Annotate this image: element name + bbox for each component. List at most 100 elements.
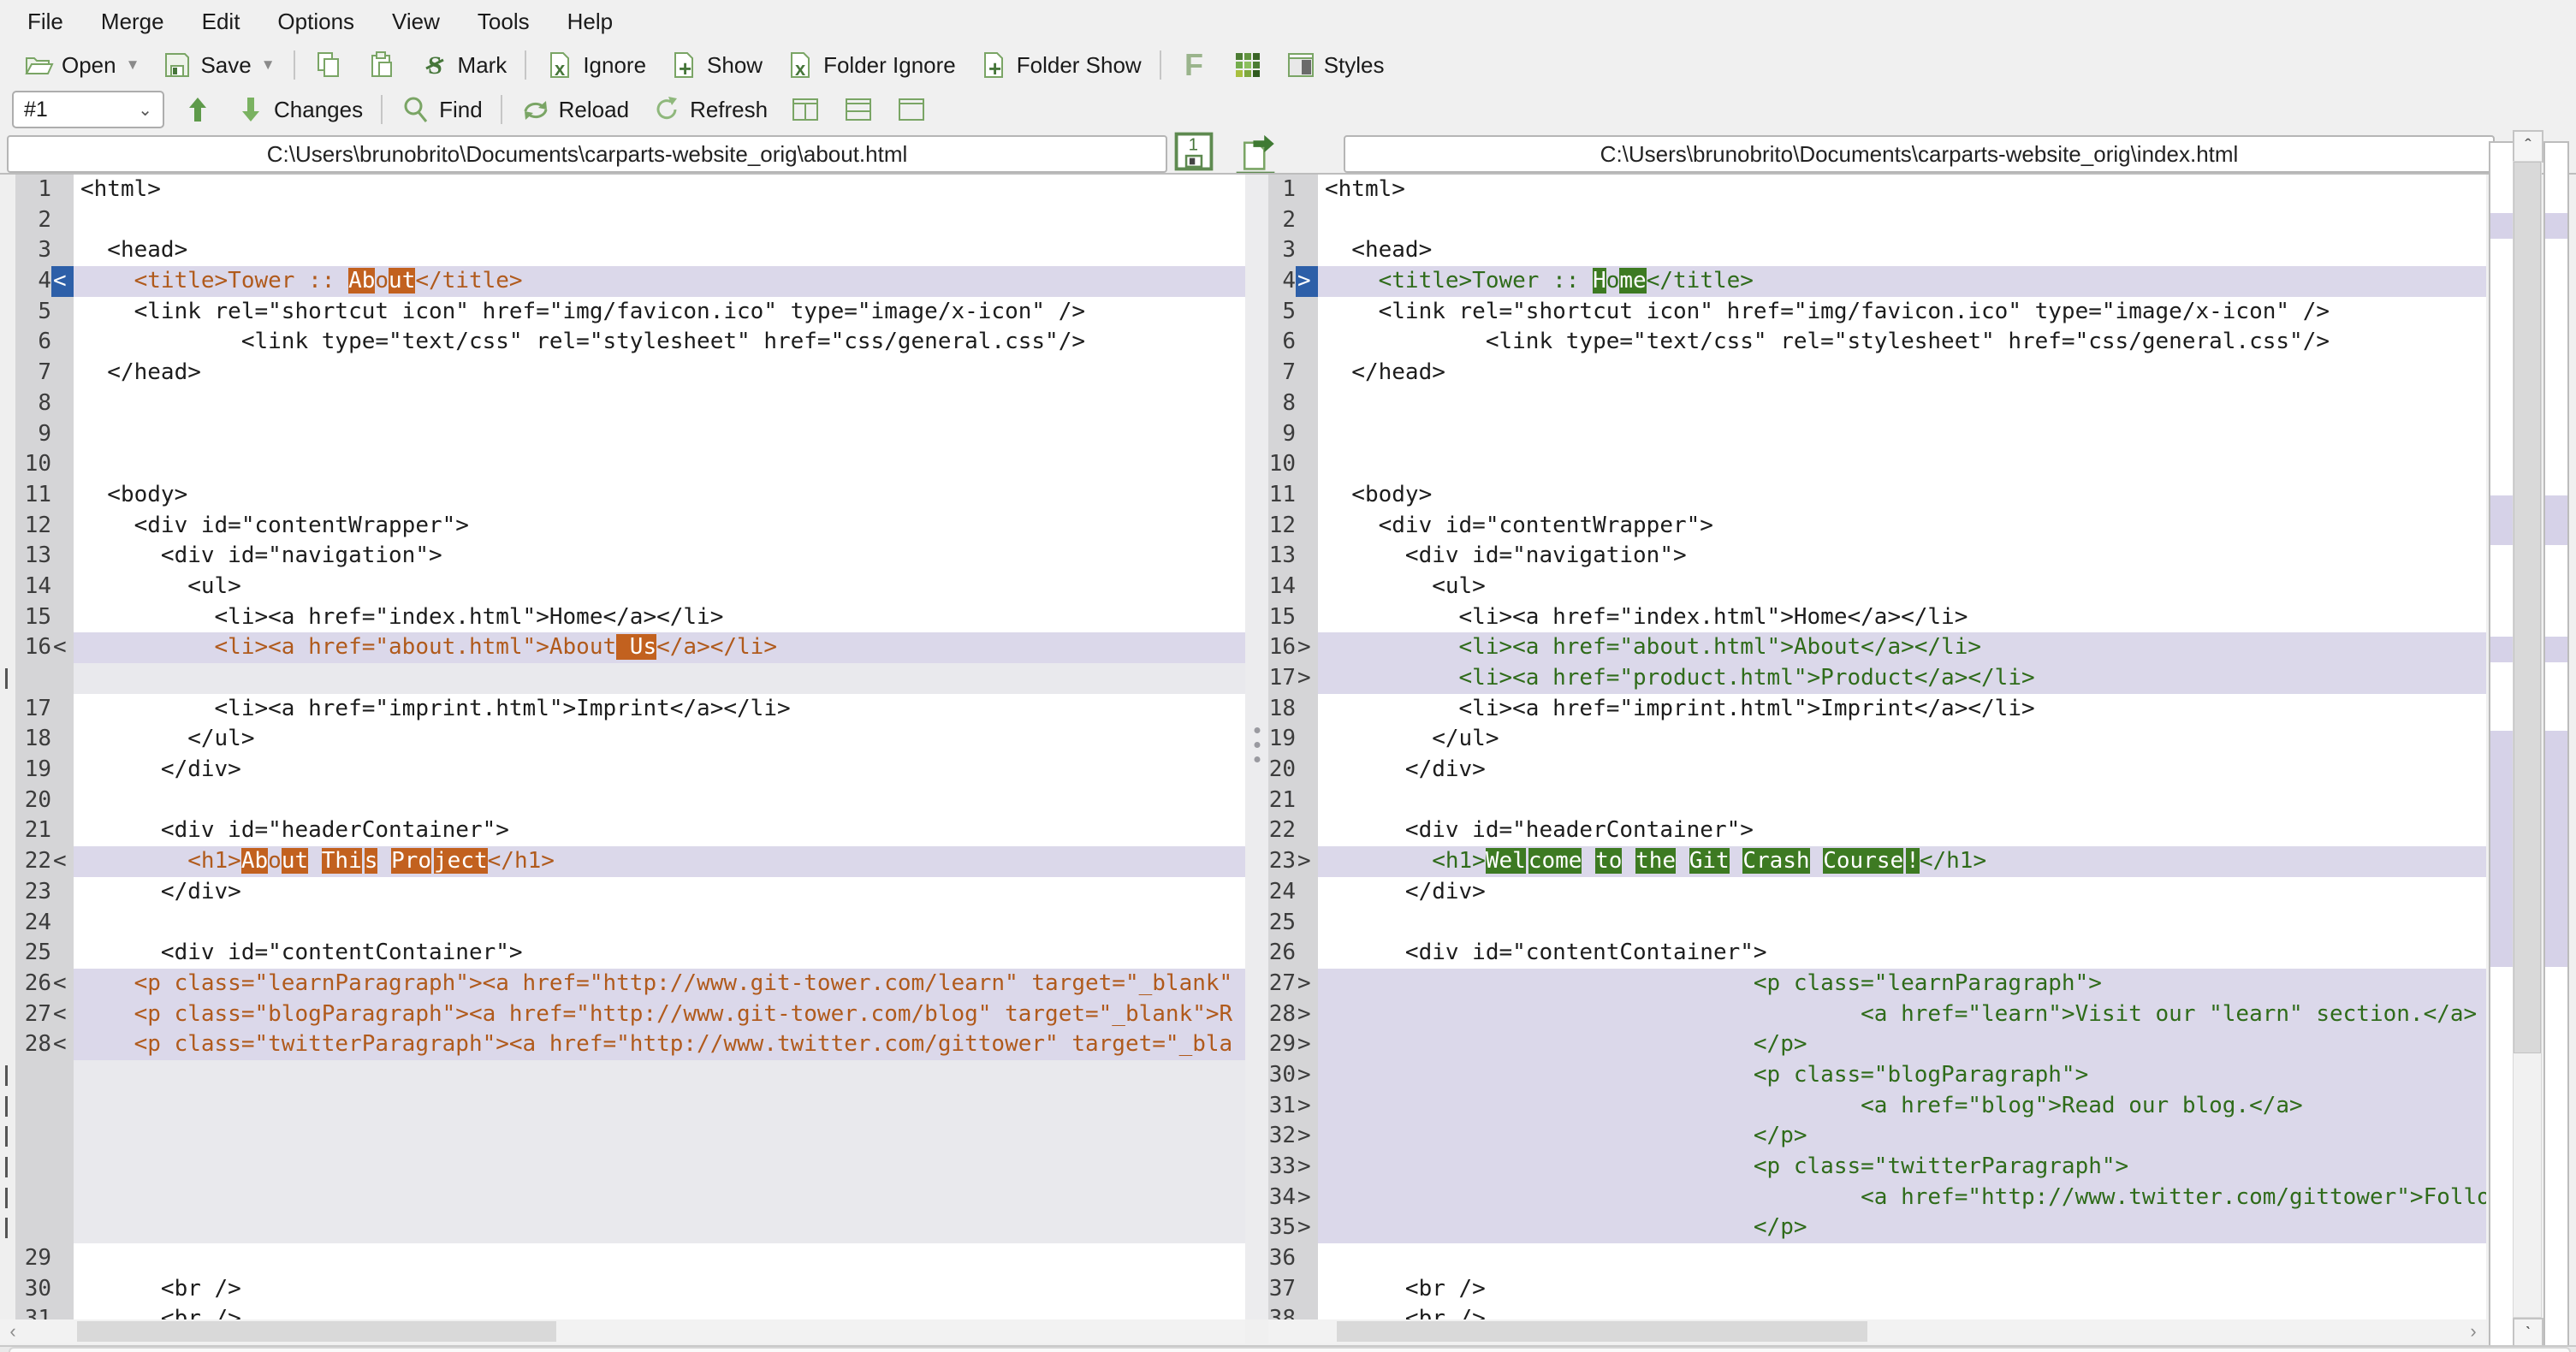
vertical-scrollbar[interactable] xyxy=(2513,161,2542,1318)
code-line[interactable]: 19 </ul> xyxy=(1268,724,2486,756)
right-hscroll-thumb[interactable] xyxy=(1337,1321,1867,1342)
code-line[interactable]: 22 < <h1>About Thi s Pro ject</h1> xyxy=(0,846,1245,877)
code-line[interactable]: 30 > <p class="blogParagraph"> xyxy=(1268,1059,2486,1091)
code-line[interactable]: 28 > <a href="learn">Visit our "learn" se… xyxy=(1268,999,2486,1030)
code-line[interactable]: 11 <body> xyxy=(0,479,1245,511)
reload-button[interactable]: Reload xyxy=(509,90,640,129)
left-code-pane[interactable]: 1 <html> 2 3 <head> 4 < <title>Tower :: About… xyxy=(0,175,1245,1319)
code-line[interactable]: 6 <link type="text/css" rel="stylesheet"… xyxy=(1268,327,2486,359)
menu-options[interactable]: Options xyxy=(258,0,373,43)
code-line[interactable]: 7 </head> xyxy=(0,358,1245,388)
pane-vsplit-button[interactable] xyxy=(779,90,832,129)
scroll-left-icon[interactable]: ‹ xyxy=(0,1319,26,1343)
changes-button[interactable]: Changes xyxy=(224,90,374,129)
left-diff-overview-strip[interactable] xyxy=(2489,141,2514,1347)
code-line[interactable]: 23 </div> xyxy=(0,876,1245,908)
styles-button[interactable]: Styles xyxy=(1274,45,1396,85)
code-line[interactable]: 16 > <li><a href="about.html">About</a></… xyxy=(1268,632,2486,663)
right-horizontal-scrollbar[interactable]: › xyxy=(1268,1319,2486,1343)
code-line[interactable]: 27 > <p class="learnParagraph"> xyxy=(1268,968,2486,999)
code-line[interactable]: 2 xyxy=(1268,205,2486,236)
left-hscroll-thumb[interactable] xyxy=(77,1321,556,1342)
paste-button[interactable] xyxy=(355,45,408,85)
code-line[interactable]: 3 <head> xyxy=(0,235,1245,267)
code-line[interactable]: 25 <div id="contentContainer"> xyxy=(0,938,1245,969)
code-line[interactable]: 15 <li><a href="index.html">Home</a></li… xyxy=(1268,602,2486,633)
code-line[interactable]: 9 xyxy=(1268,418,2486,450)
color-grid-button[interactable] xyxy=(1221,45,1274,85)
code-line[interactable]: 1 <html> xyxy=(0,175,1245,205)
code-line[interactable]: 21 xyxy=(1268,785,2486,816)
code-line[interactable]: 14 <ul> xyxy=(1268,571,2486,602)
code-line[interactable]: 4 < <title>Tower :: About</title> xyxy=(0,266,1245,297)
filler-row[interactable] xyxy=(0,1182,1245,1213)
code-line[interactable]: 14 <ul> xyxy=(0,571,1245,602)
filler-row[interactable] xyxy=(0,663,1245,694)
filler-row[interactable] xyxy=(0,1090,1245,1122)
arrow-up-button[interactable] xyxy=(171,90,224,129)
code-line[interactable]: 17 > <li><a href="product.html">Product</… xyxy=(1268,663,2486,694)
folder-ignore-button[interactable]: x Folder Ignore xyxy=(774,45,967,85)
code-line[interactable]: 8 xyxy=(0,388,1245,419)
code-line[interactable]: 31 > <a href="blog">Read our blog.</a> xyxy=(1268,1090,2486,1122)
menu-view[interactable]: View xyxy=(373,0,459,43)
pane-single-button[interactable] xyxy=(885,90,938,129)
code-line[interactable]: 13 <div id="navigation"> xyxy=(1268,541,2486,572)
code-line[interactable]: 32 > </p> xyxy=(1268,1121,2486,1152)
folder-show-button[interactable]: + Folder Show xyxy=(967,45,1153,85)
filler-row[interactable] xyxy=(0,1059,1245,1091)
left-horizontal-scrollbar[interactable]: ‹ xyxy=(0,1319,1245,1343)
code-line[interactable]: 38 <br /> xyxy=(1268,1304,2486,1319)
find-button[interactable]: Find xyxy=(389,90,494,129)
ignore-button[interactable]: x Ignore xyxy=(533,45,657,85)
code-line[interactable]: 9 xyxy=(0,418,1245,450)
code-line[interactable]: 25 xyxy=(1268,907,2486,939)
code-line[interactable]: 36 xyxy=(1268,1243,2486,1274)
code-line[interactable]: 5 <link rel="shortcut icon" href="img/fa… xyxy=(0,296,1245,328)
menu-edit[interactable]: Edit xyxy=(183,0,259,43)
code-line[interactable]: 28 < <p class="twitterParagraph"><a href=… xyxy=(0,1029,1245,1060)
code-line[interactable]: 31 <br /> xyxy=(0,1304,1245,1319)
code-line[interactable]: 1 <html> xyxy=(1268,175,2486,205)
code-line[interactable]: 34 > <a href="http://www.twitter.com/gitt… xyxy=(1268,1182,2486,1213)
code-line[interactable]: 12 <div id="contentWrapper"> xyxy=(1268,510,2486,542)
pane-hsplit-button[interactable] xyxy=(832,90,885,129)
show-button[interactable]: + Show xyxy=(657,45,774,85)
scroll-right-icon[interactable]: › xyxy=(2460,1319,2486,1343)
code-line[interactable]: 7 </head> xyxy=(1268,358,2486,388)
menu-tools[interactable]: Tools xyxy=(459,0,549,43)
code-line[interactable]: 8 xyxy=(1268,388,2486,419)
copy-button[interactable] xyxy=(302,45,355,85)
code-line[interactable]: 30 <br /> xyxy=(0,1273,1245,1305)
filler-row[interactable] xyxy=(0,1213,1245,1244)
vertical-scrollbar-thumb[interactable] xyxy=(2514,162,2541,1053)
filler-row[interactable] xyxy=(0,1152,1245,1183)
code-line[interactable]: 24 xyxy=(0,907,1245,939)
code-line[interactable]: 3 <head> xyxy=(1268,235,2486,267)
right-code-pane[interactable]: 1 <html> 2 3 <head> 4 > <title>Tower :: Home<… xyxy=(1268,175,2486,1319)
code-line[interactable]: 22 <div id="headerContainer"> xyxy=(1268,815,2486,847)
code-line[interactable]: 29 xyxy=(0,1243,1245,1274)
code-line[interactable]: 19 </div> xyxy=(0,755,1245,786)
scroll-up-button[interactable]: ˆ xyxy=(2513,130,2543,163)
right-diff-overview-strip[interactable] xyxy=(2543,141,2569,1347)
code-line[interactable]: 15 <li><a href="index.html">Home</a></li… xyxy=(0,602,1245,633)
pane-splitter[interactable] xyxy=(1245,175,1268,1319)
code-line[interactable]: 24 </div> xyxy=(1268,876,2486,908)
code-line[interactable]: 4 > <title>Tower :: Home</title> xyxy=(1268,266,2486,297)
change-number-select[interactable]: #1 ⌄ xyxy=(12,91,164,128)
menu-help[interactable]: Help xyxy=(549,0,632,43)
code-line[interactable]: 13 <div id="navigation"> xyxy=(0,541,1245,572)
code-line[interactable]: 2 xyxy=(0,205,1245,236)
code-line[interactable]: 5 <link rel="shortcut icon" href="img/fa… xyxy=(1268,296,2486,328)
code-line[interactable]: 10 xyxy=(1268,449,2486,480)
code-line[interactable]: 33 > <p class="twitterParagraph"> xyxy=(1268,1152,2486,1183)
menu-file[interactable]: File xyxy=(9,0,82,43)
code-line[interactable]: 29 > </p> xyxy=(1268,1029,2486,1060)
open-button[interactable]: Open ▼ xyxy=(12,45,151,85)
code-line[interactable]: 18 <li><a href="imprint.html">Imprint</a… xyxy=(1268,693,2486,725)
save-button[interactable]: Save ▼ xyxy=(151,45,286,85)
code-line[interactable]: 10 xyxy=(0,449,1245,480)
code-line[interactable]: 12 <div id="contentWrapper"> xyxy=(0,510,1245,542)
code-line[interactable]: 35 > </p> xyxy=(1268,1213,2486,1244)
